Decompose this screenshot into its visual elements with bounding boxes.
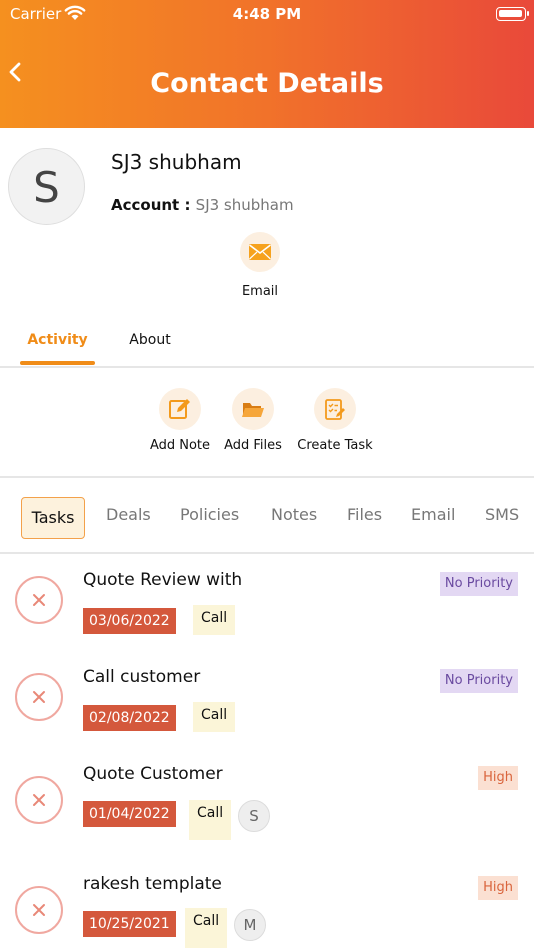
task-title: rakesh template <box>83 874 222 894</box>
tab-about[interactable]: About <box>112 332 188 348</box>
filter-tab-notes[interactable]: Notes <box>271 505 317 524</box>
account-value: SJ3 shubham <box>195 196 294 214</box>
account-line: Account : SJ3 shubham <box>111 196 294 214</box>
task-checklist-icon <box>314 388 356 430</box>
close-circle-icon[interactable] <box>15 673 63 721</box>
close-circle-icon[interactable] <box>15 886 63 934</box>
task-type-badge: Call <box>193 605 236 635</box>
account-label: Account : <box>111 196 196 214</box>
due-date-badge: 02/08/2022 <box>83 705 176 731</box>
status-time: 4:48 PM <box>232 5 302 23</box>
filter-tab-files[interactable]: Files <box>347 505 382 524</box>
assignee-avatar: M <box>234 909 266 941</box>
create-task-label: Create Task <box>297 438 373 453</box>
filter-tab-tasks[interactable]: Tasks <box>21 497 85 539</box>
filter-tab-sms[interactable]: SMS <box>485 505 519 524</box>
task-type-badge: Call <box>189 800 232 840</box>
actions-divider <box>0 476 534 478</box>
task-title: Quote Customer <box>83 764 223 784</box>
filters-divider <box>0 552 534 554</box>
due-date-badge: 01/04/2022 <box>83 801 176 827</box>
status-bar: Carrier 4:48 PM <box>0 0 534 30</box>
task-type-badge: Call <box>193 702 236 732</box>
tab-activity[interactable]: Activity <box>20 332 95 348</box>
priority-badge: High <box>478 766 518 790</box>
tabs-divider <box>0 366 534 368</box>
folder-open-icon <box>232 388 274 430</box>
envelope-icon <box>249 244 271 260</box>
email-button[interactable] <box>240 232 280 272</box>
contact-name: SJ3 shubham <box>111 150 242 174</box>
task-title: Quote Review with <box>83 570 243 590</box>
app-header: Carrier 4:48 PM Contact Details <box>0 0 534 128</box>
priority-badge: High <box>478 876 518 900</box>
close-circle-icon[interactable] <box>15 576 63 624</box>
filter-tab-deals[interactable]: Deals <box>106 505 151 524</box>
assignee-avatar: S <box>238 800 270 832</box>
task-title: Call customer <box>83 667 201 687</box>
page-title: Contact Details <box>150 68 384 99</box>
filter-tab-policies[interactable]: Policies <box>180 505 239 524</box>
battery-icon <box>496 7 529 21</box>
contact-avatar: S <box>8 148 85 225</box>
task-type-badge: Call <box>185 908 228 948</box>
close-circle-icon[interactable] <box>15 776 63 824</box>
create-task-button[interactable]: Create Task <box>285 386 385 453</box>
priority-badge: No Priority <box>439 669 518 693</box>
email-label: Email <box>241 284 279 299</box>
due-date-badge: 10/25/2021 <box>83 911 176 937</box>
edit-note-icon <box>159 388 201 430</box>
due-date-badge: 03/06/2022 <box>83 608 176 634</box>
priority-badge: No Priority <box>439 572 518 596</box>
filter-tab-email[interactable]: Email <box>411 505 455 524</box>
active-tab-indicator <box>20 361 95 365</box>
